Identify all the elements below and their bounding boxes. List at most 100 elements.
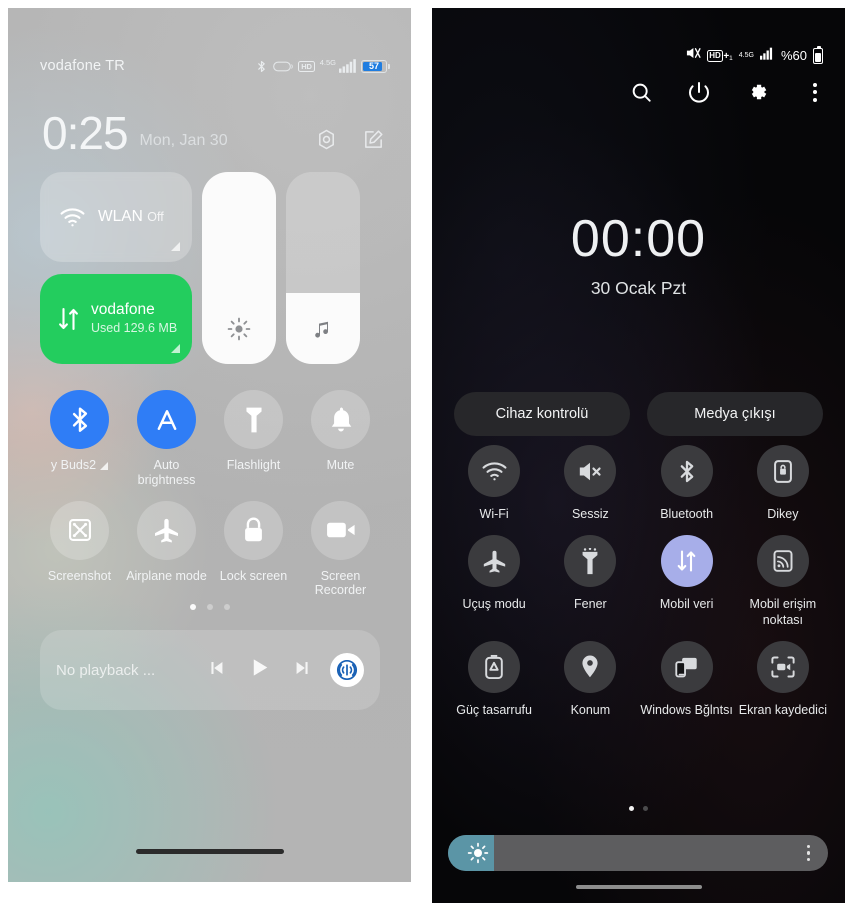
tile-wlan-title: WLAN [98, 208, 143, 225]
toggle-mobil-veri[interactable]: Mobil veri [639, 535, 735, 628]
tile-mobile-data-subtitle: Used 129.6 MB [91, 321, 178, 335]
right-page-indicator [432, 806, 845, 811]
page-dot[interactable] [643, 806, 648, 811]
brightness-slider[interactable] [202, 172, 276, 364]
toggle-screenshot[interactable]: Screenshot [36, 500, 123, 599]
toggle-windows-baglantisi-label: Windows Bğlntsı [640, 702, 733, 717]
bell-icon [311, 390, 370, 449]
location-pin-icon [564, 640, 617, 693]
toggle-auto-brightness[interactable]: Auto brightness [123, 390, 210, 488]
airplane-icon [468, 535, 521, 588]
toggle-flashlight-label: Flashlight [226, 458, 281, 472]
right-toggle-row-1: Wi-Fi Sessiz Bluetooth Dikey [446, 445, 831, 522]
edit-icon[interactable] [362, 128, 385, 151]
device-control-button[interactable]: Cihaz kontrolü [454, 392, 630, 436]
tile-mobile-data[interactable]: vodafone Used 129.6 MB [40, 274, 192, 364]
toggle-mute[interactable]: Mute [297, 390, 384, 488]
page-dot[interactable] [206, 604, 213, 610]
airplane-icon [137, 500, 196, 560]
home-indicator[interactable] [135, 849, 284, 854]
toggle-wifi[interactable]: Wi-Fi [446, 445, 542, 522]
expand-corner-icon[interactable] [171, 344, 180, 353]
battery-percent-label: %60 [780, 48, 807, 63]
clock-date: 30 Ocak Pzt [590, 278, 687, 298]
page-dot[interactable] [189, 604, 196, 610]
right-toggle-row-3: Güç tasarrufu Konum Windows Bğlntsı Ekra… [446, 640, 831, 718]
toggle-bluetooth-buds[interactable]: y Buds2 [36, 390, 123, 488]
toggle-sessiz-label: Sessiz [571, 507, 609, 521]
settings-icon[interactable] [315, 128, 338, 151]
bluetooth-icon [660, 445, 713, 497]
toggle-screenshot-label: Screenshot [47, 568, 112, 583]
clock-time: 0:25 [42, 107, 129, 159]
battery-icon [813, 45, 823, 64]
kebab-icon[interactable] [806, 844, 810, 862]
toggle-ucus-modu-label: Uçuş modu [462, 597, 526, 612]
brightness-slider[interactable] [448, 835, 828, 871]
mute-icon [564, 445, 617, 497]
page-dot[interactable] [629, 806, 634, 811]
data-arrows-icon [660, 535, 713, 588]
flashlight-icon [564, 535, 617, 588]
toggle-lock-screen-label: Lock screen [219, 568, 288, 583]
toggle-guc-tasarrufu[interactable]: Güç tasarrufu [446, 640, 542, 718]
clock-time: 00:00 [570, 210, 707, 268]
windows-link-icon [660, 640, 713, 693]
left-toggle-row-2: Screenshot Airplane mode Lock screen Scr… [36, 500, 384, 599]
search-icon[interactable] [627, 78, 655, 106]
toggle-ekran-kaydedici[interactable]: Ekran kaydedici [735, 640, 831, 718]
right-toggle-row-2: Uçuş modu Fener Mobil veri Mobil erişim … [446, 535, 831, 628]
toggle-mobil-erisim-noktasi[interactable]: Mobil erişim noktası [735, 535, 831, 628]
toggle-dikey-label: Dikey [767, 507, 799, 521]
toggle-airplane-mode[interactable]: Airplane mode [123, 500, 210, 599]
signal-bars-icon [759, 47, 775, 65]
previous-icon[interactable] [205, 657, 227, 684]
music-note-icon [286, 318, 360, 342]
toggle-konum[interactable]: Konum [542, 640, 638, 718]
capsule-icon [273, 60, 294, 73]
page-dot[interactable] [223, 604, 230, 610]
network-type-label: 4.5G [738, 52, 754, 59]
toggle-fener[interactable]: Fener [542, 535, 638, 628]
next-icon[interactable] [292, 657, 314, 684]
tile-wlan[interactable]: WLAN Off [40, 172, 192, 262]
volume-slider[interactable] [286, 172, 360, 364]
media-output-button[interactable]: Medya çıkışı [647, 392, 823, 436]
hd-icon: HD [298, 60, 315, 72]
wifi-icon [468, 445, 521, 497]
home-indicator[interactable] [575, 885, 702, 889]
right-status-bar: HD +1 4.5G %60 [685, 45, 823, 65]
left-big-tiles-column: WLAN Off vodafone Used 129.6 MB [40, 172, 192, 364]
right-clock: 00:00 30 Ocak Pzt [432, 213, 845, 299]
kebab-icon[interactable] [801, 78, 829, 106]
power-saving-icon [468, 640, 521, 693]
toggle-bluetooth-label: y Buds2 [51, 458, 109, 473]
toggle-dikey[interactable]: Dikey [735, 445, 831, 522]
carrier-label: vodafone TR [40, 58, 125, 74]
flashlight-icon [224, 390, 283, 449]
toggle-fener-label: Fener [574, 597, 607, 612]
toggle-sessiz[interactable]: Sessiz [542, 445, 638, 522]
right-toggle-grid: Wi-Fi Sessiz Bluetooth Dikey Uçuş modu F… [446, 445, 831, 731]
left-tile-cluster: WLAN Off vodafone Used 129.6 MB [40, 172, 380, 364]
toggle-bluetooth[interactable]: Bluetooth [639, 445, 735, 522]
gear-icon[interactable] [743, 78, 771, 106]
toggle-ucus-modu[interactable]: Uçuş modu [446, 535, 542, 628]
toggle-lock-screen[interactable]: Lock screen [210, 500, 297, 599]
expand-corner-icon[interactable] [171, 242, 180, 251]
toggle-screen-recorder[interactable]: Screen Recorder [297, 500, 384, 599]
play-icon[interactable] [247, 655, 272, 685]
power-icon[interactable] [685, 78, 713, 106]
left-toggle-row-1: y Buds2 Auto brightness Flashlight Mute [36, 390, 384, 488]
sun-icon [202, 316, 276, 342]
signal-bars-icon [339, 59, 356, 73]
toggle-flashlight[interactable]: Flashlight [210, 390, 297, 488]
toggle-mobil-erisim-noktasi-label: Mobil erişim noktası [749, 597, 817, 627]
media-player-card[interactable]: No playback ... [40, 630, 380, 710]
expand-arrow-icon[interactable] [100, 462, 109, 470]
right-action-bar [627, 78, 829, 106]
rotation-lock-icon [756, 445, 809, 497]
cast-icon[interactable] [330, 653, 364, 687]
toggle-windows-baglantisi[interactable]: Windows Bğlntsı [639, 640, 735, 718]
left-clock-row: 0:25 Mon, Jan 30 [8, 110, 411, 156]
